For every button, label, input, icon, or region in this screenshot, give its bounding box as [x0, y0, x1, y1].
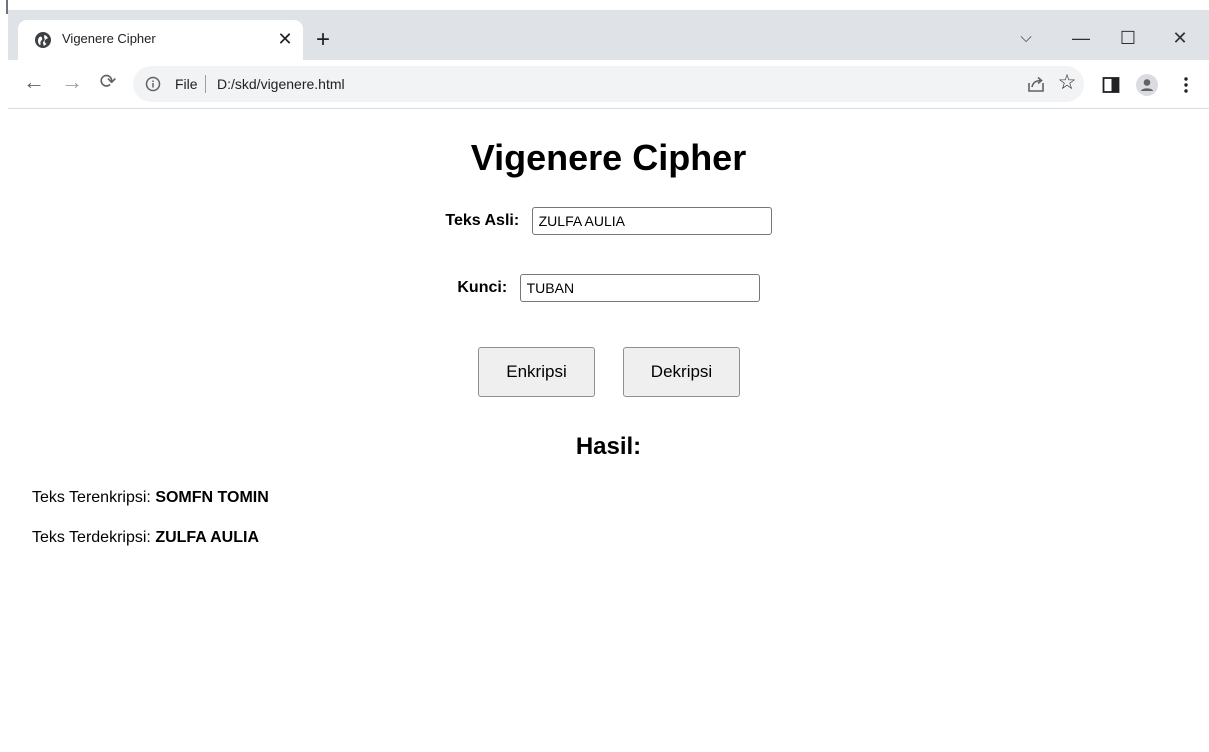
encrypt-button[interactable]: Enkripsi: [478, 347, 595, 397]
tab-strip: Vigenere Cipher ✕ + ⌵ — ☐ ✕: [8, 10, 1209, 60]
browser-window: Vigenere Cipher ✕ + ⌵ — ☐ ✕ ← → ⟳ File D…: [8, 0, 1209, 752]
encrypted-label: Teks Terenkripsi:: [32, 489, 156, 506]
result-heading: Hasil:: [575, 433, 642, 460]
tab-title: Vigenere Cipher: [62, 31, 156, 46]
kebab-menu-icon[interactable]: [1176, 75, 1196, 95]
decrypt-button[interactable]: Dekripsi: [623, 347, 740, 397]
decrypted-value: ZULFA AULIA: [155, 529, 259, 546]
arrow-left-icon[interactable]: ←: [22, 70, 46, 94]
key-row: Kunci:: [8, 274, 1209, 302]
plus-icon[interactable]: +: [310, 27, 336, 53]
decrypted-label: Teks Terdekripsi:: [32, 529, 156, 546]
encrypted-result: Teks Terenkripsi: SOMFN TOMIN: [32, 489, 269, 507]
chevron-down-icon[interactable]: ⌵: [1004, 20, 1048, 56]
plain-text-label: Teks Asli:: [445, 212, 520, 229]
profile-icon[interactable]: [1136, 74, 1158, 96]
decrypted-result: Teks Terdekripsi: ZULFA AULIA: [32, 529, 259, 547]
tab-vigenere-cipher[interactable]: Vigenere Cipher ✕: [18, 20, 303, 60]
browser-toolbar: ← → ⟳ File D:/skd/vigenere.html ☆: [8, 60, 1209, 109]
side-panel-icon[interactable]: [1101, 75, 1121, 95]
page-content: Vigenere Cipher Teks Asli: Kunci: Enkrip…: [8, 109, 1209, 752]
reload-icon[interactable]: ⟳: [96, 70, 120, 94]
arrow-right-icon[interactable]: →: [60, 70, 84, 94]
encrypted-value: SOMFN TOMIN: [155, 489, 269, 506]
globe-icon: [35, 32, 51, 48]
minimize-icon[interactable]: —: [1059, 20, 1103, 56]
star-icon[interactable]: ☆: [1056, 72, 1078, 94]
key-input[interactable]: [519, 274, 760, 302]
share-icon[interactable]: [1026, 74, 1046, 94]
maximize-icon[interactable]: ☐: [1106, 20, 1150, 56]
close-icon[interactable]: ✕: [273, 27, 297, 51]
plain-text-row: Teks Asli:: [8, 207, 1209, 235]
url-scheme-label: File: [175, 76, 198, 92]
page-title: Vigenere Cipher: [470, 137, 747, 178]
info-icon[interactable]: [145, 76, 161, 92]
address-bar[interactable]: File D:/skd/vigenere.html ☆: [133, 66, 1084, 102]
plain-text-input[interactable]: [531, 207, 772, 235]
url-divider: [205, 75, 206, 93]
key-label: Kunci:: [457, 279, 508, 296]
url-text[interactable]: D:/skd/vigenere.html: [217, 76, 345, 92]
close-window-icon[interactable]: ✕: [1158, 20, 1202, 56]
